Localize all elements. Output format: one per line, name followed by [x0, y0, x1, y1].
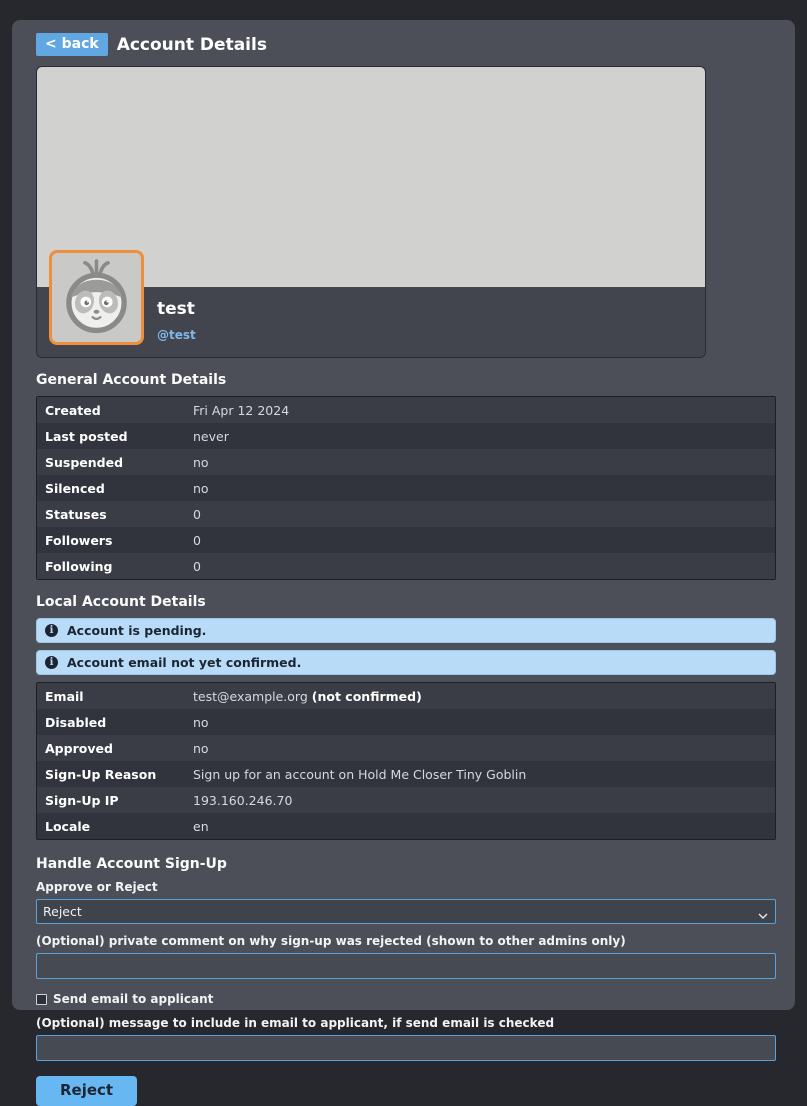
- send-email-label: Send email to applicant: [53, 992, 213, 1006]
- table-row: Followers 0: [37, 527, 775, 553]
- row-label: Created: [37, 397, 185, 423]
- page-title: Account Details: [117, 35, 267, 55]
- sloth-avatar-icon: [52, 253, 141, 342]
- row-value: en: [185, 813, 217, 839]
- table-row: Created Fri Apr 12 2024: [37, 397, 775, 423]
- row-label: Suspended: [37, 449, 185, 475]
- row-label: Silenced: [37, 475, 185, 501]
- notice-email-unconfirmed: i Account email not yet confirmed.: [36, 650, 776, 675]
- profile-card: test @test: [36, 66, 706, 358]
- row-value: test@example.org (not confirmed): [185, 683, 430, 709]
- header: < back Account Details: [36, 33, 771, 56]
- row-label: Sign-Up IP: [37, 787, 185, 813]
- row-value: no: [185, 735, 217, 761]
- row-value: 0: [185, 501, 209, 527]
- row-label: Sign-Up Reason: [37, 761, 185, 787]
- send-email-checkbox[interactable]: [36, 994, 47, 1005]
- table-row: Disabled no: [37, 709, 775, 735]
- row-value: no: [185, 449, 217, 475]
- row-value: 0: [185, 553, 209, 579]
- approve-reject-label: Approve or Reject: [36, 880, 771, 894]
- table-row: Email test@example.org (not confirmed): [37, 683, 775, 709]
- send-email-row: Send email to applicant: [36, 992, 771, 1006]
- row-label: Approved: [37, 735, 185, 761]
- private-comment-input[interactable]: [36, 953, 776, 979]
- approve-reject-select-wrap: Reject: [36, 899, 776, 924]
- general-details-table: Created Fri Apr 12 2024 Last posted neve…: [36, 396, 776, 580]
- row-value: no: [185, 475, 217, 501]
- row-label: Locale: [37, 813, 185, 839]
- table-row: Statuses 0: [37, 501, 775, 527]
- row-label: Disabled: [37, 709, 185, 735]
- table-row: Suspended no: [37, 449, 775, 475]
- local-details-table: Email test@example.org (not confirmed) D…: [36, 682, 776, 840]
- table-row: Sign-Up Reason Sign up for an account on…: [37, 761, 775, 787]
- info-icon: i: [45, 656, 58, 669]
- row-value: never: [185, 423, 237, 449]
- row-value: Sign up for an account on Hold Me Closer…: [185, 761, 534, 787]
- table-row: Locale en: [37, 813, 775, 839]
- row-label: Followers: [37, 527, 185, 553]
- email-message-input[interactable]: [36, 1035, 776, 1061]
- row-label: Statuses: [37, 501, 185, 527]
- private-comment-label: (Optional) private comment on why sign-u…: [36, 934, 771, 948]
- notice-text: Account is pending.: [67, 623, 206, 638]
- account-details-panel: < back Account Details test @test: [12, 20, 795, 1010]
- signup-section-title: Handle Account Sign-Up: [36, 856, 771, 872]
- row-value: 0: [185, 527, 209, 553]
- info-icon: i: [45, 624, 58, 637]
- notice-text: Account email not yet confirmed.: [67, 655, 301, 670]
- email-message-label: (Optional) message to include in email t…: [36, 1016, 771, 1030]
- row-label: Last posted: [37, 423, 185, 449]
- general-details-title: General Account Details: [36, 372, 771, 388]
- row-label: Email: [37, 683, 185, 709]
- not-confirmed-flag: (not confirmed): [312, 689, 422, 704]
- username: @test: [157, 328, 705, 342]
- local-details-title: Local Account Details: [36, 594, 771, 610]
- display-name: test: [157, 299, 705, 319]
- reject-button[interactable]: Reject: [36, 1076, 137, 1106]
- table-row: Sign-Up IP 193.160.246.70: [37, 787, 775, 813]
- table-row: Silenced no: [37, 475, 775, 501]
- table-row: Following 0: [37, 553, 775, 579]
- table-row: Last posted never: [37, 423, 775, 449]
- table-row: Approved no: [37, 735, 775, 761]
- row-label: Following: [37, 553, 185, 579]
- avatar: [49, 250, 144, 345]
- row-value: 193.160.246.70: [185, 787, 300, 813]
- approve-reject-select[interactable]: Reject: [36, 899, 776, 924]
- row-value: no: [185, 709, 217, 735]
- back-button[interactable]: < back: [36, 33, 108, 56]
- row-value: Fri Apr 12 2024: [185, 397, 297, 423]
- notice-account-pending: i Account is pending.: [36, 618, 776, 643]
